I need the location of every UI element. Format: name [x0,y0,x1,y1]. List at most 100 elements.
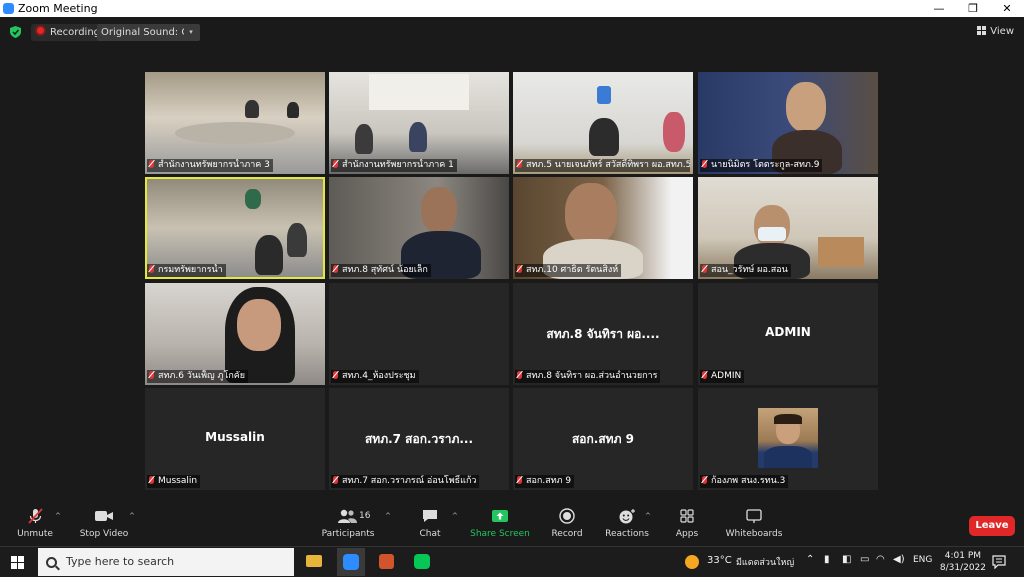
mic-muted-icon [333,371,338,379]
line-app-icon[interactable] [414,554,430,569]
chat-bubble-icon [423,510,437,522]
mic-muted-icon [702,160,707,168]
participant-tile[interactable]: สทภ.7 สอก.วราภ... สทภ.7 สอก.วราภรณ์ อ่อน… [329,388,509,490]
reactions-label: Reactions [605,529,649,539]
participant-name: ก้องภพ สนง.รทน.3 [700,475,789,488]
weather-temperature[interactable]: 33°C [707,555,732,566]
recording-label: Recording [50,27,101,38]
participant-display-name: ADMIN [765,325,811,339]
whiteboards-label: Whiteboards [725,529,783,539]
participant-tile[interactable]: สทภ.5 นายเจนภัทร์ สวัสดิ์ทิพรา ผอ.สทภ.5 [513,72,693,174]
participant-tile[interactable]: นายนิมิตร โตตระกูล-สทภ.9 [698,72,878,174]
participants-button[interactable]: Participants [313,508,383,539]
apps-button[interactable]: Apps [652,508,722,539]
windows-start-icon[interactable] [11,556,24,569]
audio-options-caret[interactable]: ^ [55,512,61,520]
tray-network-icon[interactable]: ◧ [842,554,851,565]
participant-name: สทภ.5 นายเจนภัทร์ สวัสดิ์ทิพรา ผอ.สทภ.5 [515,159,690,172]
participant-name: นายนิมิตร โตตระกูล-สทภ.9 [700,159,823,172]
tray-monitor-icon[interactable]: ▭ [860,554,869,565]
recording-indicator[interactable]: Recording [31,24,105,41]
participants-label: Participants [321,529,375,539]
view-button[interactable]: View [977,26,1014,37]
participant-name: สทภ.6 วันเพ็ญ ภูโกคัย [147,370,249,383]
participant-display-name: สทภ.8 จันทิรา ผอ.... [546,327,660,341]
participant-name: สอน_วรัทษ์ ผอ.สอน [700,264,791,277]
taskbar-search[interactable]: Type here to search [38,548,294,576]
share-screen-button[interactable]: Share Screen [465,508,535,539]
tray-mic-icon[interactable]: ▮ [824,554,830,565]
mic-muted-icon [517,265,522,273]
reactions-options-caret[interactable]: ^ [645,512,651,520]
participant-name: ADMIN [700,370,745,383]
grid-view-icon [977,26,987,35]
participant-tile-active-speaker[interactable]: กรมทรัพยากรน้ำ [145,177,325,279]
tray-wifi-icon[interactable]: ◠ [876,554,885,565]
mic-muted-icon [333,265,338,273]
notification-center-icon[interactable] [992,555,1006,569]
mic-muted-icon [702,476,707,484]
window-titlebar: Zoom Meeting — ❐ ✕ [0,0,1024,17]
meeting-info-bar: Recording Original Sound: Off ▾ View [0,17,1024,47]
participant-tile[interactable]: สทภ.10 ศาธิต รัตนสิงห์ [513,177,693,279]
mic-muted-icon [517,476,522,484]
participant-name: สำนักงานทรัพยากรน้ำภาค 3 [147,159,273,172]
record-label: Record [551,529,583,539]
zoom-icon [343,554,359,570]
search-placeholder: Type here to search [66,555,175,568]
participant-name: สำนักงานทรัพยากรน้ำภาค 1 [331,159,457,172]
participant-tile[interactable]: ADMIN ADMIN [698,283,878,385]
participant-display-name: สทภ.7 สอก.วราภ... [364,432,474,446]
participant-tile[interactable]: สำนักงานทรัพยากรน้ำภาค 1 [329,72,509,174]
powerpoint-icon[interactable] [379,554,394,569]
mic-muted-icon [149,476,154,484]
participant-name: สทภ.10 ศาธิต รัตนสิงห์ [515,264,622,277]
tray-chevron-up-icon[interactable]: ⌃ [806,554,814,565]
participant-tile[interactable]: สอก.สทภ 9 สอก.สทภ 9 [513,388,693,490]
taskbar-clock[interactable]: 4:01 PM 8/31/2022 [940,550,986,574]
close-button[interactable]: ✕ [990,0,1024,17]
whiteboards-button[interactable]: Whiteboards [719,508,789,539]
window-title: Zoom Meeting [18,2,98,15]
apps-label: Apps [675,529,699,539]
mic-muted-icon [149,160,154,168]
mic-muted-icon [333,160,338,168]
participant-name: Mussalin [147,475,201,488]
mic-muted-icon [333,476,338,484]
zoom-taskbar-button[interactable] [337,548,365,576]
participants-options-caret[interactable]: ^ [385,512,391,520]
file-explorer-icon[interactable] [306,555,322,567]
weather-sun-icon [685,555,699,569]
participant-tile[interactable]: สทภ.8 จันทิรา ผอ.... สทภ.8 จันทิรา ผอ.ส่… [513,283,693,385]
mic-muted-icon [149,371,154,379]
video-options-caret[interactable]: ^ [129,512,135,520]
mic-muted-icon [517,371,522,379]
profile-photo [758,408,818,468]
participant-name: สทภ.8 สุทัศน์ น้อยเล็ก [331,264,431,277]
minimize-button[interactable]: — [922,0,956,17]
participant-display-name: สอก.สทภ 9 [571,432,635,446]
original-sound-menu-caret[interactable]: ▾ [184,24,198,41]
shield-check-icon[interactable] [10,26,21,38]
weather-description[interactable]: มีแดดส่วนใหญ่ [736,555,794,569]
input-language[interactable]: ENG [913,555,932,565]
participant-tile[interactable]: สำนักงานทรัพยากรน้ำภาค 3 [145,72,325,174]
mic-muted-icon [702,265,707,273]
microphone-muted-icon [28,508,43,524]
tray-volume-icon[interactable]: ◀) [893,554,905,565]
participant-tile[interactable]: สทภ.8 สุทัศน์ น้อยเล็ก [329,177,509,279]
chat-options-caret[interactable]: ^ [452,512,458,520]
whiteboard-icon [746,509,762,523]
participant-tile[interactable]: ก้องภพ สนง.รทน.3 [698,388,878,490]
search-icon [46,557,57,568]
stop-video-label: Stop Video [79,529,129,539]
share-screen-icon [492,510,508,522]
restore-button[interactable]: ❐ [956,0,990,17]
leave-button[interactable]: Leave [969,516,1015,536]
participant-tile[interactable]: Mussalin Mussalin [145,388,325,490]
participant-tile[interactable]: สทภ.6 วันเพ็ญ ภูโกคัย [145,283,325,385]
participant-tile[interactable]: สอน_วรัทษ์ ผอ.สอน [698,177,878,279]
apps-icon [680,509,694,523]
participant-tile[interactable]: สทภ.4_ห้องประชุม [329,283,509,385]
participant-name: สอก.สทภ 9 [515,475,575,488]
